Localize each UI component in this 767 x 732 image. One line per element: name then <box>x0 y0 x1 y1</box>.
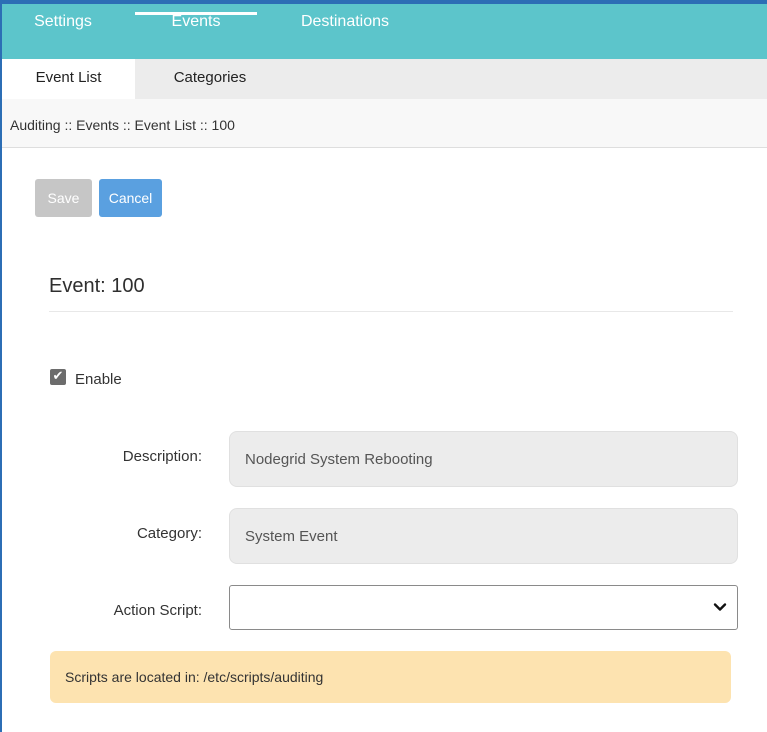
breadcrumb: Auditing :: Events :: Event List :: 100 <box>2 99 767 148</box>
enable-checkbox[interactable]: ✔ <box>50 369 66 385</box>
cancel-button[interactable]: Cancel <box>99 179 162 217</box>
description-label: Description: <box>122 448 202 465</box>
category-label: Category: <box>136 525 202 542</box>
subtab-event-list[interactable]: Event List <box>2 59 135 99</box>
top-navigation: Settings Events Destinations <box>2 0 767 59</box>
tab-events[interactable]: Events <box>135 4 257 59</box>
subtab-categories[interactable]: Categories <box>135 59 285 99</box>
save-button[interactable]: Save <box>35 179 92 217</box>
page-title: Event: 100 <box>49 275 145 297</box>
chevron-down-icon <box>713 603 727 611</box>
category-field: System Event <box>229 508 738 564</box>
action-script-select[interactable] <box>229 585 738 630</box>
enable-label: Enable <box>75 371 122 388</box>
scripts-location-notice: Scripts are located in: /etc/scripts/aud… <box>50 651 731 703</box>
description-field: Nodegrid System Rebooting <box>229 431 738 487</box>
tab-settings[interactable]: Settings <box>2 4 124 59</box>
check-icon: ✔ <box>52 369 64 384</box>
tab-destinations[interactable]: Destinations <box>280 4 410 59</box>
sub-navigation: Event List Categories <box>2 59 767 99</box>
action-script-label: Action Script: <box>113 602 202 619</box>
title-divider <box>49 311 733 312</box>
